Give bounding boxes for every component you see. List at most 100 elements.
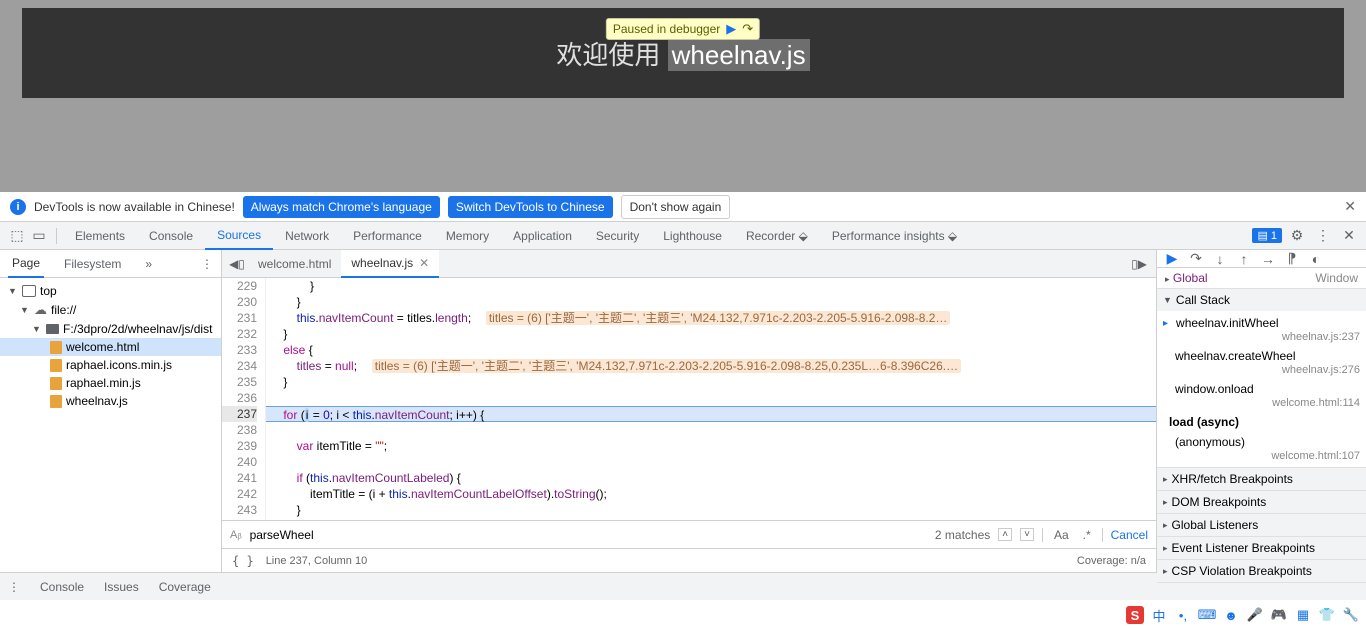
messages-badge[interactable]: ▤ 1 [1252,228,1282,243]
resume-icon[interactable]: ▶ [726,21,736,37]
deactivate-bp-icon[interactable]: ⁋ [1283,250,1301,267]
drawer-tab-coverage[interactable]: Coverage [159,580,211,594]
inspect-icon[interactable]: ⬚ [6,225,28,247]
tab-memory[interactable]: Memory [434,223,501,249]
always-match-button[interactable]: Always match Chrome's language [243,196,440,218]
section-event-listener-bp[interactable]: ▸Event Listener Breakpoints [1157,537,1366,559]
tree-file-raphael[interactable]: raphael.min.js [0,374,221,392]
language-info-bar: i DevTools is now available in Chinese! … [0,192,1366,222]
file-tree: ▼top ▼☁file:// ▼F:/3dpro/2d/wheelnav/js/… [0,278,221,414]
ime-icon[interactable]: S [1126,606,1144,624]
step-over-icon[interactable]: ↷ [742,21,753,37]
tree-file-welcome[interactable]: welcome.html [0,338,221,356]
search-next-icon[interactable]: ˅ [1020,528,1034,541]
tab-application[interactable]: Application [501,223,584,249]
tab-console[interactable]: Console [137,223,205,249]
cursor-position: Line 237, Column 10 [266,555,368,567]
call-stack-header[interactable]: ▼Call Stack [1157,289,1366,311]
search-cancel[interactable]: Cancel [1111,528,1148,542]
folder-icon [46,324,59,334]
info-message: DevTools is now available in Chinese! [34,200,235,214]
navigator-more-icon[interactable]: » [145,257,152,271]
tab-network[interactable]: Network [273,223,341,249]
mic-icon[interactable]: 🎤 [1246,606,1264,624]
emoji-icon[interactable]: ☻ [1222,606,1240,624]
tab-performance-insights[interactable]: Performance insights ⬙ [820,223,969,249]
switch-chinese-button[interactable]: Switch DevTools to Chinese [448,196,613,218]
search-mode-icon[interactable]: Aᵦ [230,529,242,541]
section-dom-breakpoints[interactable]: ▸DOM Breakpoints [1157,491,1366,513]
paused-text: Paused in debugger [613,22,720,36]
section-csp-bp[interactable]: ▸CSP Violation Breakpoints [1157,560,1366,582]
navigator-menu-icon[interactable]: ⋮ [201,257,213,271]
regex-icon[interactable]: .* [1080,528,1094,542]
devtools-tabbar: ⬚ ▭ Elements Console Sources Network Per… [0,222,1366,250]
lang-icon[interactable]: 中 [1150,606,1168,624]
close-icon[interactable]: ✕ [1344,198,1356,215]
game-icon[interactable]: 🎮 [1270,606,1288,624]
step-into-button-icon[interactable]: ↓ [1211,251,1229,267]
frame-icon [22,285,36,297]
pause-exceptions-icon[interactable]: ◐ [1307,251,1325,267]
device-icon[interactable]: ▭ [28,225,50,247]
tab-security[interactable]: Security [584,223,651,249]
welcome-heading: 欢迎使用 wheelnav.js [556,35,809,72]
drawer-tab-console[interactable]: Console [40,580,84,594]
editor-tab-wheelnav[interactable]: wheelnav.js✕ [341,250,439,278]
hide-navigator-icon[interactable]: ◀▯ [226,257,248,271]
stack-frame[interactable]: wheelnav.initWheelwheelnav.js:237 [1157,313,1366,346]
close-tab-icon[interactable]: ✕ [419,256,429,270]
search-prev-icon[interactable]: ˄ [998,528,1012,541]
scope-global[interactable]: ▸ GlobalWindow [1157,268,1366,288]
coverage-status: Coverage: n/a [1077,555,1146,567]
tree-file-wheelnav[interactable]: wheelnav.js [0,392,221,410]
section-global-listeners[interactable]: ▸Global Listeners [1157,514,1366,536]
more-icon[interactable]: ⋮ [1312,225,1334,247]
line-gutter[interactable]: 2292302312322332342352362372382392402412… [222,278,266,520]
match-case-icon[interactable]: Aa [1051,528,1072,542]
info-icon: i [10,199,26,215]
tab-lighthouse[interactable]: Lighthouse [651,223,734,249]
stack-frame[interactable]: wheelnav.createWheelwheelnav.js:276 [1157,346,1366,379]
stack-frame[interactable]: (anonymous)welcome.html:107 [1157,432,1366,465]
tree-top[interactable]: ▼top [0,282,221,300]
section-xhr-breakpoints[interactable]: ▸XHR/fetch Breakpoints [1157,468,1366,490]
resume-button-icon[interactable]: ▶ [1163,250,1181,267]
code-lines[interactable]: } } this.navItemCount = titles.length; t… [266,278,1156,520]
tab-sources[interactable]: Sources [205,222,273,250]
code-editor[interactable]: 2292302312322332342352362372382392402412… [222,278,1156,520]
editor-status-bar: { } Line 237, Column 10 Coverage: n/a [222,548,1156,572]
settings-icon[interactable]: ⚙ [1286,225,1308,247]
grid-icon[interactable]: ▦ [1294,606,1312,624]
file-icon [50,359,62,372]
drawer-menu-icon[interactable]: ⋮ [8,580,20,594]
search-matches: 2 matches [935,528,990,542]
tool-icon[interactable]: 🔧 [1342,606,1360,624]
keyboard-icon[interactable]: ⌨ [1198,606,1216,624]
step-out-button-icon[interactable]: ↑ [1235,251,1253,267]
file-icon [50,377,62,390]
step-over-button-icon[interactable]: ↷ [1187,250,1205,267]
step-button-icon[interactable]: → [1259,251,1277,267]
punct-icon[interactable]: •, [1174,606,1192,624]
pretty-print-icon[interactable]: { } [232,554,254,568]
search-input[interactable] [250,528,927,542]
drawer-tab-issues[interactable]: Issues [104,580,139,594]
skin-icon[interactable]: 👕 [1318,606,1336,624]
paused-debugger-badge: Paused in debugger ▶ ↷ [606,18,760,40]
tab-recorder[interactable]: Recorder ⬙ [734,223,820,249]
show-debugger-icon[interactable]: ▯▶ [1128,257,1150,271]
tab-performance[interactable]: Performance [341,223,434,249]
tree-folder[interactable]: ▼F:/3dpro/2d/wheelnav/js/dist [0,320,221,338]
tree-origin[interactable]: ▼☁file:// [0,300,221,320]
navigator-tab-filesystem[interactable]: Filesystem [60,251,125,277]
debugger-toolbar: ▶ ↷ ↓ ↑ → ⁋ ◐ [1157,250,1366,268]
navigator-tab-page[interactable]: Page [8,250,44,278]
welcome-lib-name: wheelnav.js [668,39,810,71]
dont-show-button[interactable]: Don't show again [621,195,731,219]
stack-frame[interactable]: window.onloadwelcome.html:114 [1157,379,1366,412]
editor-tab-welcome[interactable]: welcome.html [248,251,341,277]
close-devtools-icon[interactable]: ✕ [1338,225,1360,247]
tab-elements[interactable]: Elements [63,223,137,249]
tree-file-raphael-icons[interactable]: raphael.icons.min.js [0,356,221,374]
